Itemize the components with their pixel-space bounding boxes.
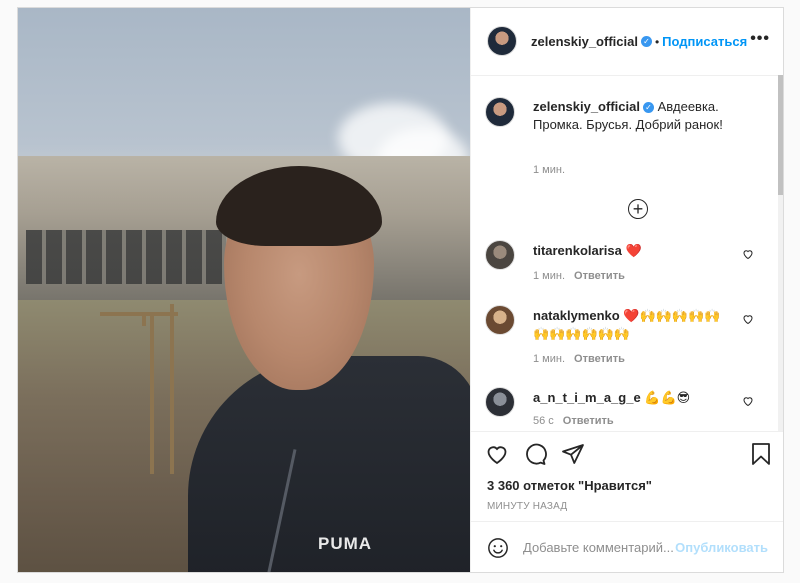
comment-item: nataklymenko ❤️🙌🙌🙌🙌🙌🙌🙌🙌🙌🙌🙌 1 мин. Ответит…	[485, 305, 770, 365]
commenter-avatar[interactable]	[485, 387, 515, 417]
reply-button[interactable]: Ответить	[574, 270, 625, 282]
commenter-avatar[interactable]	[485, 240, 515, 270]
verified-icon: ✓	[640, 36, 652, 48]
reply-button[interactable]: Ответить	[574, 353, 625, 365]
load-more-comments-icon[interactable]: +	[628, 199, 648, 219]
comment-time[interactable]: 1 мин.	[533, 270, 565, 282]
post-card: PUMA zelenskiy_official ✓ • Подписаться •••…	[17, 7, 784, 573]
comment-meta: 1 мин. Ответить	[533, 270, 625, 282]
post-photo[interactable]: PUMA	[18, 8, 470, 572]
caption-time[interactable]: 1 мин.	[533, 164, 565, 176]
comment-time[interactable]: 56 с	[533, 415, 554, 427]
paper-plane-icon	[562, 444, 584, 464]
more-options-icon[interactable]: •••	[750, 30, 770, 48]
post-side-panel: zelenskiy_official ✓ • Подписаться ••• zele…	[470, 8, 783, 572]
reply-button[interactable]: Ответить	[563, 415, 614, 427]
bar	[100, 312, 178, 316]
follow-button[interactable]: Подписаться	[662, 34, 747, 49]
comment-text: 💪💪😎	[644, 390, 691, 405]
save-button[interactable]	[749, 442, 775, 468]
emoji-button[interactable]	[487, 537, 509, 559]
comment-item: a_n_t_i_m_a_g_e 💪💪😎 56 с Ответить	[485, 387, 770, 431]
heart-icon	[487, 446, 507, 465]
author-avatar[interactable]	[487, 26, 517, 56]
caption-username[interactable]: zelenskiy_official	[533, 99, 640, 114]
share-button[interactable]	[561, 442, 587, 468]
comment-like-icon[interactable]	[742, 395, 754, 410]
heart-outline-icon	[743, 250, 753, 260]
comment-like-icon[interactable]	[742, 248, 754, 263]
bar	[170, 304, 174, 474]
comment-bubble-icon	[526, 443, 547, 465]
heart-outline-icon	[743, 315, 753, 325]
comment-body: a_n_t_i_m_a_g_e 💪💪😎	[533, 389, 733, 407]
add-comment-bar: Добавьте комментарий... Опубликовать	[471, 521, 783, 572]
comments-scroll-area[interactable]: zelenskiy_official ✓ Авдеевка. Промка. Бр…	[471, 75, 783, 431]
commenter-avatar[interactable]	[485, 305, 515, 335]
author-username[interactable]: zelenskiy_official	[531, 34, 638, 49]
author-avatar[interactable]	[485, 97, 515, 127]
jacket-logo: PUMA	[318, 534, 373, 553]
commenter-username[interactable]: nataklymenko	[533, 308, 620, 323]
commenter-username[interactable]: a_n_t_i_m_a_g_e	[533, 390, 641, 405]
post-timestamp[interactable]: МИНУТУ НАЗАД	[487, 501, 567, 512]
post-header: zelenskiy_official ✓ • Подписаться •••	[471, 8, 783, 76]
scrollbar-thumb[interactable]	[778, 75, 783, 195]
comment-body: nataklymenko ❤️🙌🙌🙌🙌🙌🙌🙌🙌🙌🙌🙌	[533, 307, 733, 343]
parallel-bars	[100, 304, 180, 474]
heart-outline-icon	[743, 397, 753, 407]
smiley-icon	[488, 538, 508, 558]
bookmark-icon	[752, 443, 770, 465]
verified-icon: ✓	[642, 102, 654, 114]
comment-text: ❤️	[625, 243, 642, 258]
publish-button[interactable]: Опубликовать	[675, 540, 768, 555]
separator-dot: •	[654, 35, 660, 49]
comment-meta: 56 с Ответить	[533, 415, 614, 427]
bar	[142, 316, 146, 326]
likes-count[interactable]: 3 360 отметок "Нравится"	[487, 478, 652, 493]
commenter-username[interactable]: titarenkolarisa	[533, 243, 622, 258]
comment-button[interactable]	[523, 442, 549, 468]
comment-item: titarenkolarisa ❤️ 1 мин. Ответить	[485, 240, 770, 290]
action-bar: 3 360 отметок "Нравится" МИНУТУ НАЗАД	[471, 431, 783, 522]
caption-text: zelenskiy_official ✓ Авдеевка. Промка. Бр…	[533, 98, 748, 134]
comment-like-icon[interactable]	[742, 313, 754, 328]
header-line: zelenskiy_official ✓ • Подписаться	[531, 33, 747, 51]
comment-body: titarenkolarisa ❤️	[533, 242, 733, 260]
building-windows	[26, 230, 226, 284]
comment-meta: 1 мин. Ответить	[533, 353, 625, 365]
bar	[150, 314, 154, 474]
comment-input[interactable]: Добавьте комментарий...	[523, 540, 683, 555]
like-button[interactable]	[485, 442, 511, 468]
comment-time[interactable]: 1 мин.	[533, 353, 565, 365]
